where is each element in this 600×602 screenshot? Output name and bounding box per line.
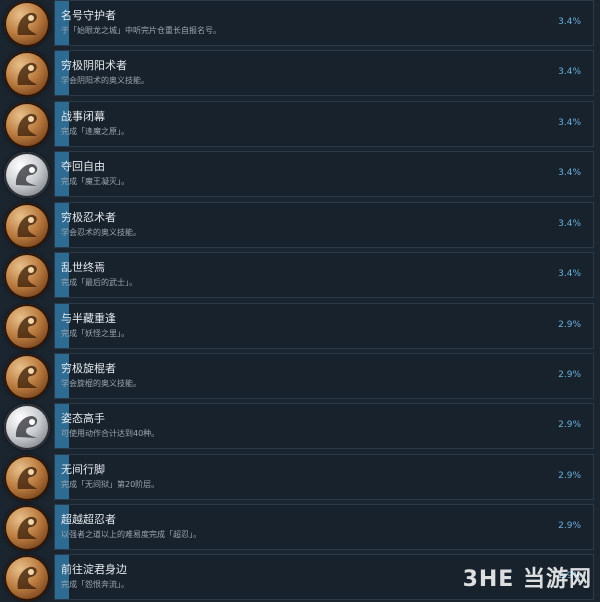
achievement-row[interactable]: 夺回自由完成「魔王凝灭」。 3.4%	[0, 151, 600, 199]
achievement-title: 穷极阴阳术者	[61, 59, 127, 72]
hanzo-figure-icon	[4, 304, 50, 350]
achievement-description: 完成「最后的武士」。	[61, 278, 137, 287]
achievement-panel: 乱世终焉完成「最后的武士」。 3.4%	[54, 252, 594, 298]
unlock-percentage: 3.4%	[558, 17, 581, 27]
achievement-title: 姿态高手	[61, 412, 105, 425]
unlock-percentage: 2.9%	[558, 320, 581, 330]
achievement-title: 名号守护者	[61, 9, 116, 22]
achievement-panel: 无间行脚完成「无间狱」第20阶层。 2.9%	[54, 454, 594, 500]
achievement-panel: 穷极忍术者学会忍术的奥义技能。 3.4%	[54, 202, 594, 248]
achievement-title: 无间行脚	[61, 463, 105, 476]
samurai-helmet-icon	[4, 253, 50, 299]
unlock-percentage: 2.9%	[558, 370, 581, 380]
unlock-percentage: 3.4%	[558, 219, 581, 229]
unlock-percentage: 3.4%	[558, 118, 581, 128]
demon-king-icon	[4, 152, 50, 198]
tonfa-icon	[4, 354, 50, 400]
dragon-crest-icon	[4, 1, 50, 47]
achievement-panel: 名号守护者于「始眼龙之城」中听完片仓重长自报名号。 3.4%	[54, 0, 594, 46]
achievement-description: 学会阴阳术的奥义技能。	[61, 76, 149, 85]
achievement-title: 超越超忍者	[61, 513, 116, 526]
achievement-title: 夺回自由	[61, 160, 105, 173]
warrior-helmet-icon	[4, 102, 50, 148]
achievement-row[interactable]: 穷极旋棍者学会旋棍的奥义技能。 2.9%	[0, 353, 600, 401]
achievement-panel: 姿态高手可使用动作合计达到40种。 2.9%	[54, 403, 594, 449]
achievement-row[interactable]: 穷极阴阳术者学会阴阳术的奥义技能。 3.4%	[0, 50, 600, 98]
pilgrim-icon	[4, 455, 50, 501]
unlock-percentage: 2.9%	[558, 521, 581, 531]
stance-figure-icon	[4, 404, 50, 450]
achievement-description: 完成「逢魔之原」。	[61, 127, 129, 136]
achievement-description: 于「始眼龙之城」中听完片仓重长自报名号。	[61, 26, 221, 35]
achievement-row[interactable]: 战事闭幕完成「逢魔之原」。 3.4%	[0, 101, 600, 149]
achievement-panel: 与半藏重逢完成「妖怪之里」。 2.9%	[54, 303, 594, 349]
achievement-panel: 超越超忍者以强者之道以上的难易度完成「超忍」。 2.9%	[54, 504, 594, 550]
unlock-percentage: 3.4%	[558, 269, 581, 279]
achievement-title: 穷极忍术者	[61, 211, 116, 224]
achievement-panel: 穷极旋棍者学会旋棍的奥义技能。 2.9%	[54, 353, 594, 399]
achievement-row[interactable]: 无间行脚完成「无间狱」第20阶层。 2.9%	[0, 454, 600, 502]
achievement-panel: 穷极阴阳术者学会阴阳术的奥义技能。 3.4%	[54, 50, 594, 96]
achievement-panel: 战事闭幕完成「逢魔之原」。 3.4%	[54, 101, 594, 147]
onmyo-scroll-icon	[4, 51, 50, 97]
achievement-title: 穷极旋棍者	[61, 362, 116, 375]
achievement-row[interactable]: 穷极忍术者学会忍术的奥义技能。 3.4%	[0, 202, 600, 250]
achievement-title: 与半藏重逢	[61, 312, 116, 325]
unlock-percentage: 3.4%	[558, 67, 581, 77]
achievement-title: 乱世终焉	[61, 261, 105, 274]
achievement-title: 前往淀君身边	[61, 563, 127, 576]
achievement-row[interactable]: 姿态高手可使用动作合计达到40种。 2.9%	[0, 403, 600, 451]
unlock-percentage: 2.9%	[558, 420, 581, 430]
achievement-row[interactable]: 与半藏重逢完成「妖怪之里」。 2.9%	[0, 303, 600, 351]
lady-yodo-icon	[4, 555, 50, 601]
unlock-percentage: 2.9%	[558, 471, 581, 481]
achievement-description: 完成「妖怪之里」。	[61, 329, 129, 338]
achievement-description: 完成「无间狱」第20阶层。	[61, 480, 160, 489]
achievement-panel: 夺回自由完成「魔王凝灭」。 3.4%	[54, 151, 594, 197]
unlock-percentage: 3.4%	[558, 168, 581, 178]
achievement-description: 以强者之道以上的难易度完成「超忍」。	[61, 530, 201, 539]
achievement-row[interactable]: 乱世终焉完成「最后的武士」。 3.4%	[0, 252, 600, 300]
achievement-row[interactable]: 超越超忍者以强者之道以上的难易度完成「超忍」。 2.9%	[0, 504, 600, 552]
watermark-logo: 3HE 当游网	[462, 567, 592, 592]
achievement-row[interactable]: 名号守护者于「始眼龙之城」中听完片仓重长自报名号。 3.4%	[0, 0, 600, 48]
shuriken-icon	[4, 203, 50, 249]
achievement-description: 可使用动作合计达到40种。	[61, 429, 160, 438]
achievement-description: 完成「怨恨奔流」。	[61, 580, 129, 589]
achievement-description: 学会忍术的奥义技能。	[61, 228, 141, 237]
achievement-description: 完成「魔王凝灭」。	[61, 177, 129, 186]
super-ninja-icon	[4, 505, 50, 551]
achievement-title: 战事闭幕	[61, 110, 105, 123]
achievement-description: 学会旋棍的奥义技能。	[61, 379, 141, 388]
